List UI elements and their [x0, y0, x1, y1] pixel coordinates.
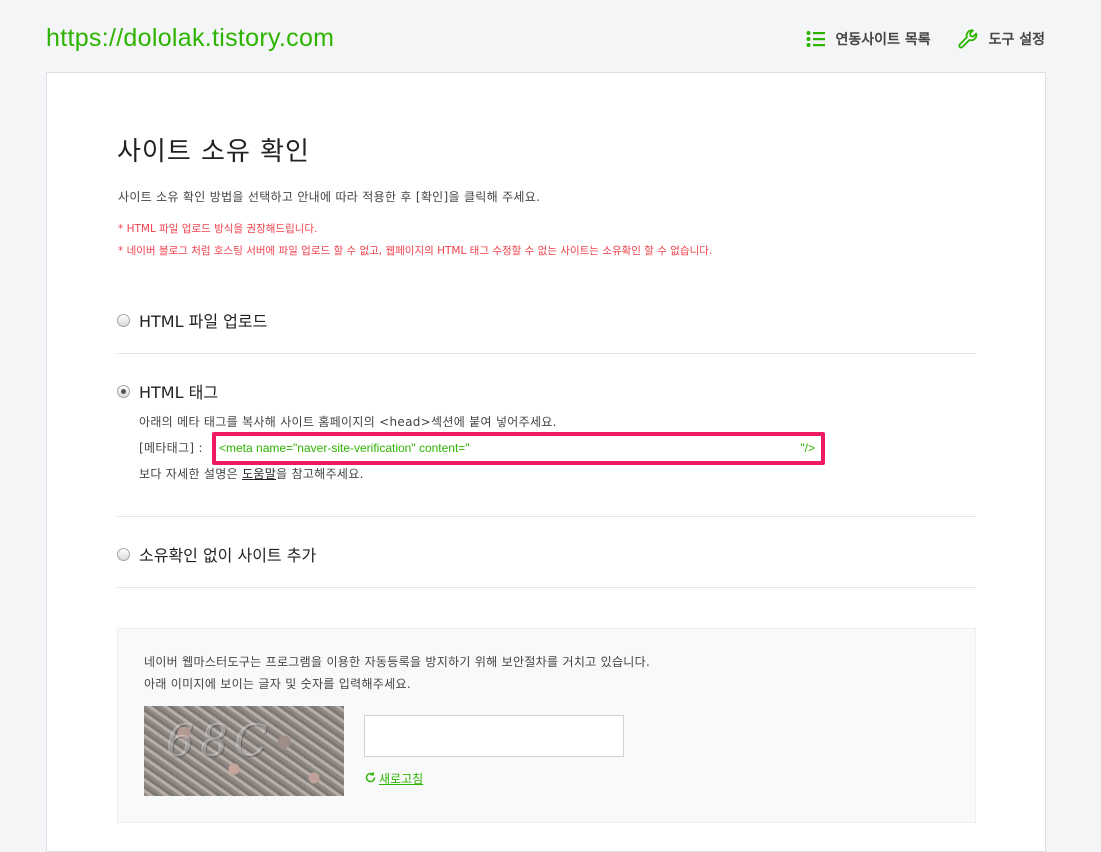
- meta-tag-field[interactable]: <meta name="naver-site-verification" con…: [212, 432, 825, 465]
- option-label: HTML 파일 업로드: [139, 312, 268, 331]
- meta-tag-label: [메타태그] :: [139, 441, 203, 455]
- captcha-notice: 네이버 웹마스터도구는 프로그램을 이용한 자동등록을 방지하기 위해 보안절차…: [144, 655, 651, 669]
- notice-limitation: * 네이버 블로그 처럼 호스팅 서버에 파일 업로드 할 수 없고, 웹페이지…: [118, 245, 713, 257]
- option-html-file-upload[interactable]: HTML 파일 업로드: [117, 308, 267, 332]
- captcha-image-text: 68C: [166, 716, 274, 767]
- option-add-without-verification[interactable]: 소유확인 없이 사이트 추가: [117, 542, 316, 566]
- captcha-refresh-link[interactable]: 새로고침: [364, 770, 423, 787]
- divider: [117, 587, 976, 588]
- meta-instruction: 아래의 메타 태그를 복사해 사이트 홈페이지의 <head>섹션에 붙여 넣어…: [139, 415, 557, 429]
- page-title: 사이트 소유 확인: [117, 137, 310, 167]
- page-description: 사이트 소유 확인 방법을 선택하고 안내에 따라 적용한 후 [확인]을 클릭…: [118, 190, 541, 204]
- top-bar: https://dololak.tistory.com 연동사이트 목록 도구 …: [0, 0, 1101, 72]
- main-panel: 사이트 소유 확인 사이트 소유 확인 방법을 선택하고 안내에 따라 적용한 …: [46, 72, 1046, 852]
- notice-recommend: * HTML 파일 업로드 방식을 권장해드립니다.: [118, 223, 318, 235]
- meta-tag-code-end: "/>: [800, 441, 815, 455]
- divider: [117, 353, 976, 354]
- radio-add-without-verification[interactable]: [117, 547, 130, 561]
- help-text: 보다 자세한 설명은 도움말을 참고해주세요.: [139, 465, 364, 482]
- captcha-image: 68C: [144, 706, 344, 796]
- radio-html-tag[interactable]: [117, 384, 130, 398]
- list-icon: [806, 30, 826, 48]
- help-link[interactable]: 도움말: [242, 467, 276, 481]
- radio-html-file-upload[interactable]: [117, 313, 130, 327]
- option-html-tag[interactable]: HTML 태그: [117, 379, 218, 403]
- tool-settings-label: 도구 설정: [988, 32, 1045, 48]
- refresh-icon: [364, 771, 377, 787]
- tool-settings-link[interactable]: 도구 설정: [957, 28, 1045, 50]
- help-prefix: 보다 자세한 설명은: [139, 467, 243, 481]
- site-url-title[interactable]: https://dololak.tistory.com: [46, 24, 334, 53]
- top-links: 연동사이트 목록 도구 설정: [806, 28, 1045, 50]
- linked-sites-link[interactable]: 연동사이트 목록: [806, 29, 931, 49]
- captcha-instruction: 아래 이미지에 보이는 글자 및 숫자를 입력해주세요.: [144, 677, 411, 691]
- captcha-section: 네이버 웹마스터도구는 프로그램을 이용한 자동등록을 방지하기 위해 보안절차…: [117, 628, 976, 823]
- refresh-label: 새로고침: [379, 772, 424, 786]
- wrench-icon: [957, 28, 979, 50]
- divider: [117, 516, 976, 517]
- help-suffix: 을 참고해주세요.: [276, 467, 364, 481]
- captcha-input[interactable]: [364, 715, 624, 757]
- option-label: 소유확인 없이 사이트 추가: [139, 546, 317, 565]
- meta-tag-code: <meta name="naver-site-verification" con…: [219, 441, 470, 455]
- option-label: HTML 태그: [139, 383, 219, 402]
- linked-sites-label: 연동사이트 목록: [835, 32, 931, 48]
